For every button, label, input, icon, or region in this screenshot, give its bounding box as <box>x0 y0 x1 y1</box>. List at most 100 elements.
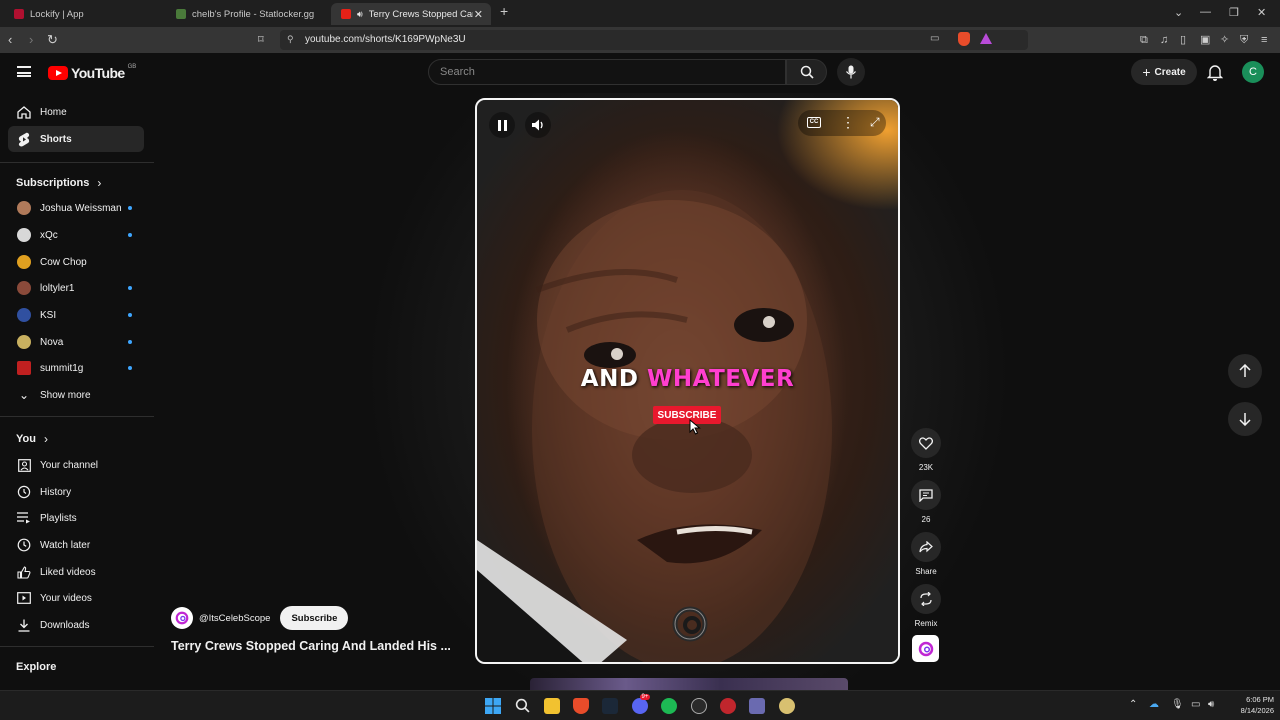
microphone-tray-icon[interactable]: 🎙︎ <box>1171 699 1184 710</box>
like-button[interactable] <box>911 428 941 458</box>
create-button[interactable]: + Create <box>1131 59 1197 85</box>
sidebar-item-history[interactable]: History <box>8 479 144 505</box>
recording-app-icon[interactable] <box>720 698 736 714</box>
site-info-icon[interactable]: ⚲ <box>287 34 294 45</box>
voice-search-button[interactable] <box>837 58 865 86</box>
sidebar-item-subscription[interactable]: KSI <box>8 302 144 328</box>
search-input[interactable]: Search <box>428 59 786 85</box>
audio-playing-icon[interactable]: 🔊︎ <box>357 9 363 20</box>
remix-button[interactable] <box>911 584 941 614</box>
channel-avatar[interactable] <box>171 607 193 629</box>
close-tab-icon[interactable]: ✕ <box>474 8 483 21</box>
sidebar-toggle-icon[interactable]: ▯ <box>1180 32 1186 48</box>
sidebar-item-subscription[interactable]: Cow Chop <box>8 249 144 275</box>
channel-handle[interactable]: @ItsCelebScope <box>199 613 270 624</box>
onedrive-icon[interactable]: ☁︎ <box>1149 699 1159 710</box>
notifications-bell-icon[interactable] <box>1207 64 1223 81</box>
sidebar-item-liked-videos[interactable]: Liked videos <box>8 559 144 585</box>
sidebar-item-subscription[interactable]: xQc <box>8 222 144 248</box>
reload-icon[interactable]: ↻ <box>47 32 58 48</box>
you-heading[interactable]: You › <box>16 432 48 446</box>
sidebar-item-your-videos[interactable]: Your videos <box>8 585 144 611</box>
previous-short-button[interactable] <box>1228 354 1262 388</box>
menu-icon[interactable]: ≡ <box>1261 32 1267 48</box>
channel-avatar <box>17 308 31 322</box>
channel-thumbnail[interactable] <box>912 635 939 662</box>
brave-shield-icon[interactable] <box>958 32 970 46</box>
taskbar-app-icon[interactable] <box>691 698 707 714</box>
browser-tab[interactable]: Lockify | App <box>4 3 164 25</box>
sidebar-item-subscription[interactable]: Joshua Weissman <box>8 195 144 221</box>
extensions-icon[interactable]: ⧉ <box>1140 32 1148 48</box>
sidebar-item-shorts[interactable]: Shorts <box>8 126 144 152</box>
sidebar-item-subscription[interactable]: Nova <box>8 329 144 355</box>
fullscreen-icon[interactable]: ⤢ <box>870 115 880 130</box>
sidebar-item-subscription[interactable]: loltyler1 <box>8 275 144 301</box>
youtube-favicon-icon <box>341 9 351 19</box>
vpn-icon[interactable]: ⛨ <box>1240 32 1248 48</box>
sidebar-item-watch-later[interactable]: Watch later <box>8 532 144 558</box>
volume-icon <box>531 119 543 131</box>
comment-action[interactable]: 26 <box>911 480 941 524</box>
subscribe-button[interactable]: Subscribe <box>280 606 349 630</box>
sidebar-item-playlists[interactable]: Playlists <box>8 505 144 531</box>
search-button[interactable] <box>786 59 827 85</box>
share-button[interactable] <box>911 532 941 562</box>
screen-cast-icon[interactable]: ▭ <box>930 33 939 44</box>
tray-overflow-icon[interactable]: ⌃ <box>1129 699 1137 710</box>
leo-ai-icon[interactable]: ✧ <box>1220 32 1229 48</box>
browser-tab[interactable]: chelb's Profile - Statlocker.gg <box>166 3 326 25</box>
volume-button[interactable] <box>525 112 551 138</box>
like-action[interactable]: 23K <box>911 428 941 472</box>
file-explorer-icon[interactable] <box>544 698 560 714</box>
subscriptions-title: Subscriptions <box>16 177 90 189</box>
taskbar-utility-icon[interactable] <box>749 698 765 714</box>
share-action[interactable]: Share <box>911 532 941 576</box>
discord-badge: 9+ <box>640 694 650 700</box>
sidebar-item-downloads[interactable]: Downloads <box>8 612 144 638</box>
new-tab-icon[interactable]: + <box>500 3 508 19</box>
media-control-icon[interactable]: ♫ <box>1160 32 1168 48</box>
next-short-button[interactable] <box>1228 402 1262 436</box>
steam-icon[interactable] <box>602 698 618 714</box>
speaker-icon[interactable]: 🔊︎ <box>1208 699 1214 710</box>
youtube-logo[interactable]: YouTube GB <box>48 64 136 81</box>
discord-icon[interactable]: 9+ <box>632 694 650 714</box>
taskbar-search-icon[interactable] <box>515 698 530 713</box>
captions-icon[interactable]: CC <box>807 117 821 128</box>
sidebar-show-more[interactable]: ⌄ Show more <box>8 382 144 408</box>
back-icon[interactable]: ‹ <box>8 32 12 48</box>
taskbar-game-icon[interactable] <box>779 698 795 714</box>
subscriptions-heading[interactable]: Subscriptions › <box>16 176 101 190</box>
account-avatar[interactable]: C <box>1242 61 1264 83</box>
comment-button[interactable] <box>911 480 941 510</box>
windows-start-icon[interactable] <box>485 698 501 714</box>
address-bar[interactable]: ⚲ youtube.com/shorts/K169PWpNe3U ▭ <box>280 30 1028 50</box>
more-options-icon[interactable]: ⋮ <box>841 114 855 130</box>
minimize-icon[interactable]: — <box>1200 6 1211 18</box>
clock-time: 6:06 PM <box>1246 695 1274 704</box>
channel-icon <box>8 458 40 472</box>
forward-icon[interactable]: › <box>29 32 33 48</box>
spotify-icon[interactable] <box>661 698 677 714</box>
sidebar-item-home[interactable]: Home <box>8 99 144 125</box>
create-label: Create <box>1154 66 1186 78</box>
remix-action[interactable]: Remix <box>911 584 941 628</box>
guide-menu-icon[interactable] <box>17 66 31 77</box>
caption-pink-word: WHATEVER <box>646 366 795 392</box>
maximize-icon[interactable]: ❐ <box>1229 6 1239 19</box>
sidebar-item-subscription[interactable]: summit1g <box>8 355 144 381</box>
bookmark-icon[interactable]: ⌑ <box>258 32 264 48</box>
pause-button[interactable] <box>489 112 515 138</box>
sidebar-label: xQc <box>40 229 58 241</box>
browser-tab-active[interactable]: 🔊︎ Terry Crews Stopped Caring A ✕ <box>331 3 491 25</box>
tab-search-chevron-icon[interactable]: ⌄ <box>1174 6 1183 19</box>
sidebar-item-your-channel[interactable]: Your channel <box>8 452 144 478</box>
network-icon[interactable]: ▭ <box>1191 699 1200 710</box>
brave-browser-icon[interactable] <box>573 698 589 714</box>
wallet-icon[interactable]: ▣ <box>1200 32 1210 48</box>
video-title[interactable]: Terry Crews Stopped Caring And Landed Hi… <box>171 639 461 653</box>
close-window-icon[interactable]: ✕ <box>1257 6 1266 19</box>
brave-rewards-icon[interactable] <box>980 33 992 44</box>
system-clock[interactable]: 6:06 PM 8/14/2026 <box>1226 694 1274 716</box>
